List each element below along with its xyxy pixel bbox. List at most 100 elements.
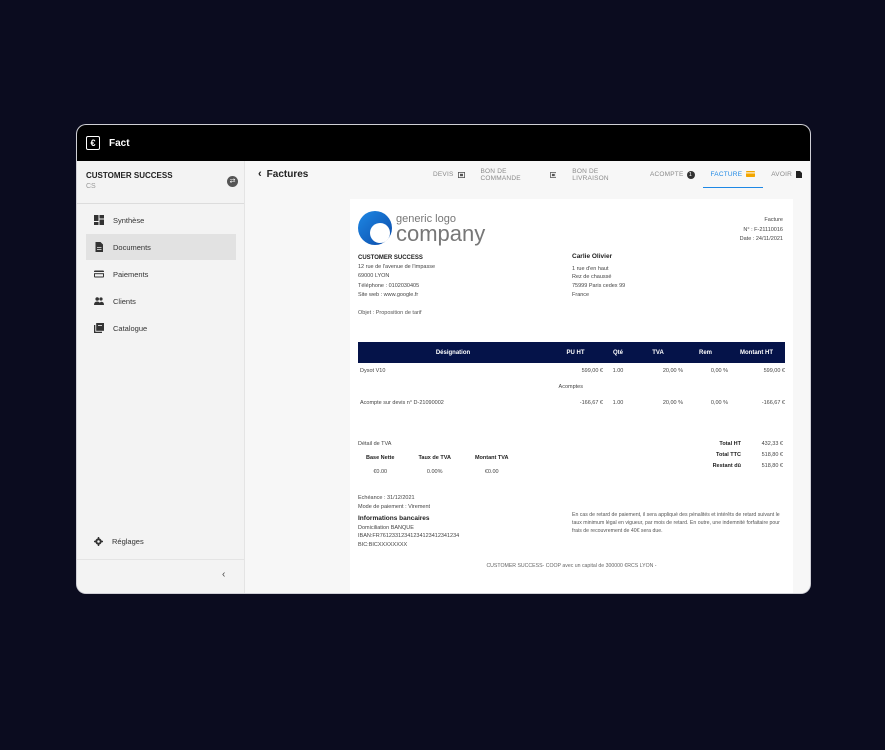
remaining-due-row: Restant dû 518,80 € (713, 461, 783, 472)
invoice-document: generic logo company Facture N° : F-2111… (350, 199, 793, 593)
tva-detail: Détail de TVA Base Nette €0.00 Taux de T… (358, 441, 532, 475)
tab-bon-de-livraison[interactable]: BON DE LIVRAISON (564, 161, 642, 188)
column-header: Qté (612, 349, 623, 356)
tab-avoir[interactable]: AVOIR (763, 161, 810, 188)
line-amount: 599,00 € (763, 368, 785, 374)
buyer-floor: Rez de chaussé (572, 274, 612, 281)
tab-label: BON DE LIVRAISON (572, 167, 609, 182)
sidebar-item-label: Clients (113, 296, 136, 306)
settings-label: Réglages (112, 537, 144, 546)
invoice-totals: Total HT 432,33 € Total TTC 518,80 € Res… (713, 439, 783, 472)
line-tva: 20,00 % (662, 400, 683, 406)
tab-label: BON DE COMMANDE (480, 167, 521, 182)
app-window: € Fact CUSTOMER SUCCESS CS ⇄ Synthèse Do… (77, 125, 810, 593)
back-button[interactable]: ‹ Factures (258, 168, 308, 180)
line-unit-price: -166,67 € (579, 400, 603, 406)
section-label: Acomptes (558, 384, 583, 390)
tva-amount-header: Montant TVA (474, 455, 509, 461)
sidebar-item-label: Synthèse (113, 215, 145, 225)
buyer-address: Carlie Olivier 1 rue d'en haut Rez de ch… (572, 253, 625, 300)
tab-acompte[interactable]: ACOMPTE 1 (642, 161, 703, 188)
line-unit-price: 599,00 € (581, 368, 603, 374)
line-discount: 0,00 % (710, 400, 728, 406)
column-header: Montant HT (740, 349, 773, 356)
line-tva: 20,00 % (662, 368, 683, 374)
invoice-number: F-21110016 (754, 226, 783, 233)
remaining-due-label: Restant dû (712, 463, 741, 469)
buyer-name: Carlie Olivier (572, 253, 613, 260)
tva-base-header: Base Nette (366, 455, 395, 461)
line-discount: 0,00 % (710, 368, 728, 374)
bank-domiciliation: Domiciliation BANQUE (358, 524, 414, 531)
people-icon (94, 297, 104, 305)
total-ttc-value: 518,80 € (761, 452, 783, 458)
table-row: Acompte sur devis n° D-21090002 -166,67 … (358, 398, 785, 408)
tab-bon-de-commande[interactable]: BON DE COMMANDE (473, 161, 565, 188)
table-header: Désignation PU HT Qté TVA Rem Montant HT (358, 342, 785, 363)
tab-label: DEVIS (433, 171, 454, 178)
line-designation: Dysot V10 (360, 368, 386, 374)
late-payment-notice: En cas de retard de paiement, il sera ap… (572, 512, 780, 535)
total-ht-row: Total HT 432,33 € (713, 439, 783, 450)
euro-logo-icon: € (86, 136, 100, 150)
invoice-subject: Objet : Proposition de tarif (358, 310, 422, 316)
seller-website: Site web : www.google.fr (358, 291, 419, 298)
invoice-card-icon (746, 171, 756, 177)
settings-button[interactable]: Réglages (94, 537, 144, 546)
sidebar-item-synthese[interactable]: Synthèse (86, 207, 236, 233)
divider (77, 559, 244, 560)
sidebar-item-paiements[interactable]: Paiements (86, 261, 236, 287)
invoice-footer: CUSTOMER SUCCESS- COOP avec un capital d… (486, 563, 657, 569)
remaining-due-value: 518,80 € (761, 463, 783, 469)
seller-name: CUSTOMER SUCCESS (358, 255, 423, 261)
sidebar-item-clients[interactable]: Clients (86, 288, 236, 314)
buyer-street: 1 rue d'en haut (572, 265, 609, 272)
invoice-type: Facture (764, 217, 783, 223)
tab-devis[interactable]: DEVIS (425, 161, 473, 188)
chevron-left-icon: ‹ (258, 168, 262, 180)
app-title: Fact (109, 137, 130, 149)
tab-label: ACOMPTE (649, 171, 684, 178)
invoice-date: 24/11/2021 (755, 236, 783, 242)
sidebar: CUSTOMER SUCCESS CS ⇄ Synthèse Documents… (77, 161, 245, 593)
payment-info: Echéance : 31/12/2021 Mode de paiement :… (358, 494, 459, 549)
collapse-sidebar-icon[interactable]: ‹ (222, 569, 225, 580)
total-ht-label: Total HT (719, 441, 741, 447)
logo-text-bottom: company (396, 221, 486, 246)
tva-base-column: Base Nette €0.00 (366, 455, 394, 475)
due-date: Echéance : 31/12/2021 (358, 495, 415, 501)
gear-icon (94, 537, 103, 546)
library-icon (94, 323, 104, 333)
tab-label: FACTURE (710, 170, 743, 178)
document-icon (95, 242, 103, 252)
tab-facture[interactable]: FACTURE (702, 161, 764, 188)
sidebar-item-label: Catalogue (113, 323, 148, 333)
line-amount: -166,67 € (761, 400, 785, 406)
tva-detail-title: Détail de TVA (358, 441, 392, 447)
tab-count-badge: 1 (686, 170, 695, 179)
bank-info-title: Informations bancaires (358, 515, 430, 522)
seller-city: 69000 LYON (358, 273, 390, 280)
seller-street: 12 rue de l'avenue de l'impasse (358, 264, 436, 271)
tva-grid: Base Nette €0.00 Taux de TVA 0.00% Monta… (366, 455, 532, 475)
main-content: ‹ Factures DEVIS BON DE COMMANDE BON DE … (245, 161, 810, 593)
document-icon (796, 171, 802, 178)
buyer-country: France (572, 291, 590, 298)
line-quantity: 1.00 (612, 368, 624, 374)
logo-circle-icon (358, 211, 392, 245)
tab-label: AVOIR (771, 171, 792, 178)
tva-rate-header: Taux de TVA (418, 455, 451, 461)
total-ht-value: 432,33 € (761, 441, 783, 447)
switch-org-icon[interactable]: ⇄ (227, 176, 238, 187)
total-ttc-label: Total TTC (716, 452, 741, 458)
page-title: Factures (266, 168, 309, 180)
sidebar-item-documents[interactable]: Documents (86, 234, 236, 260)
sidebar-item-label: Paiements (113, 269, 149, 279)
bank-bic: BIC:BICXXXXXXXX (358, 541, 408, 548)
sidebar-item-catalogue[interactable]: Catalogue (86, 315, 236, 341)
column-header: PU HT (566, 349, 585, 356)
seller-address: CUSTOMER SUCCESS 12 rue de l'avenue de l… (358, 254, 435, 300)
org-info: CUSTOMER SUCCESS CS (86, 171, 173, 190)
total-ttc-row: Total TTC 518,80 € (713, 450, 783, 461)
tab-order-icon (549, 171, 557, 178)
